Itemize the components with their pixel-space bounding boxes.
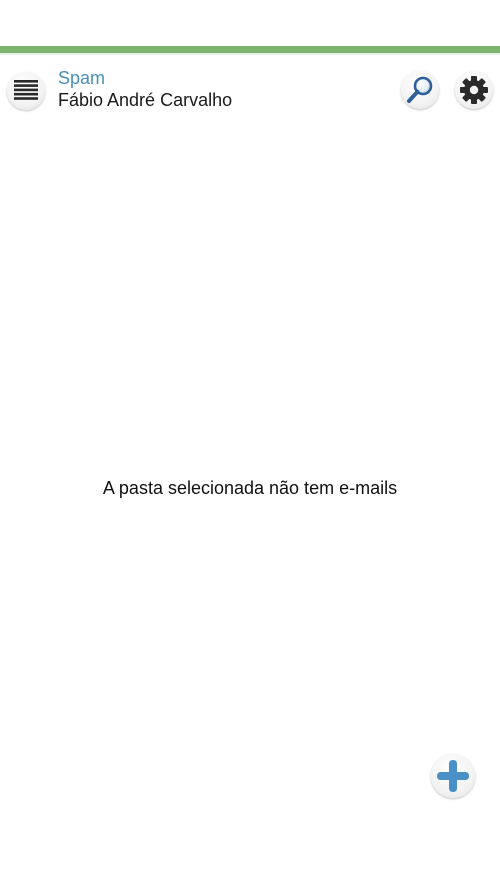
menu-lines-icon xyxy=(14,80,38,100)
settings-button[interactable] xyxy=(455,71,493,109)
magnifier-icon xyxy=(407,76,433,103)
menu-button[interactable] xyxy=(7,72,45,110)
top-accent-bar xyxy=(0,46,500,53)
top-accent-shadow xyxy=(0,53,500,56)
gear-icon xyxy=(460,76,488,104)
plus-icon xyxy=(437,760,469,792)
compose-button[interactable] xyxy=(431,754,475,798)
header-title-block: Spam Fábio André Carvalho xyxy=(58,67,232,111)
search-button[interactable] xyxy=(401,71,439,109)
folder-name: Spam xyxy=(58,68,106,88)
empty-folder-message: A pasta selecionada não tem e-mails xyxy=(102,478,398,498)
account-name: Fábio André Carvalho xyxy=(58,90,233,110)
